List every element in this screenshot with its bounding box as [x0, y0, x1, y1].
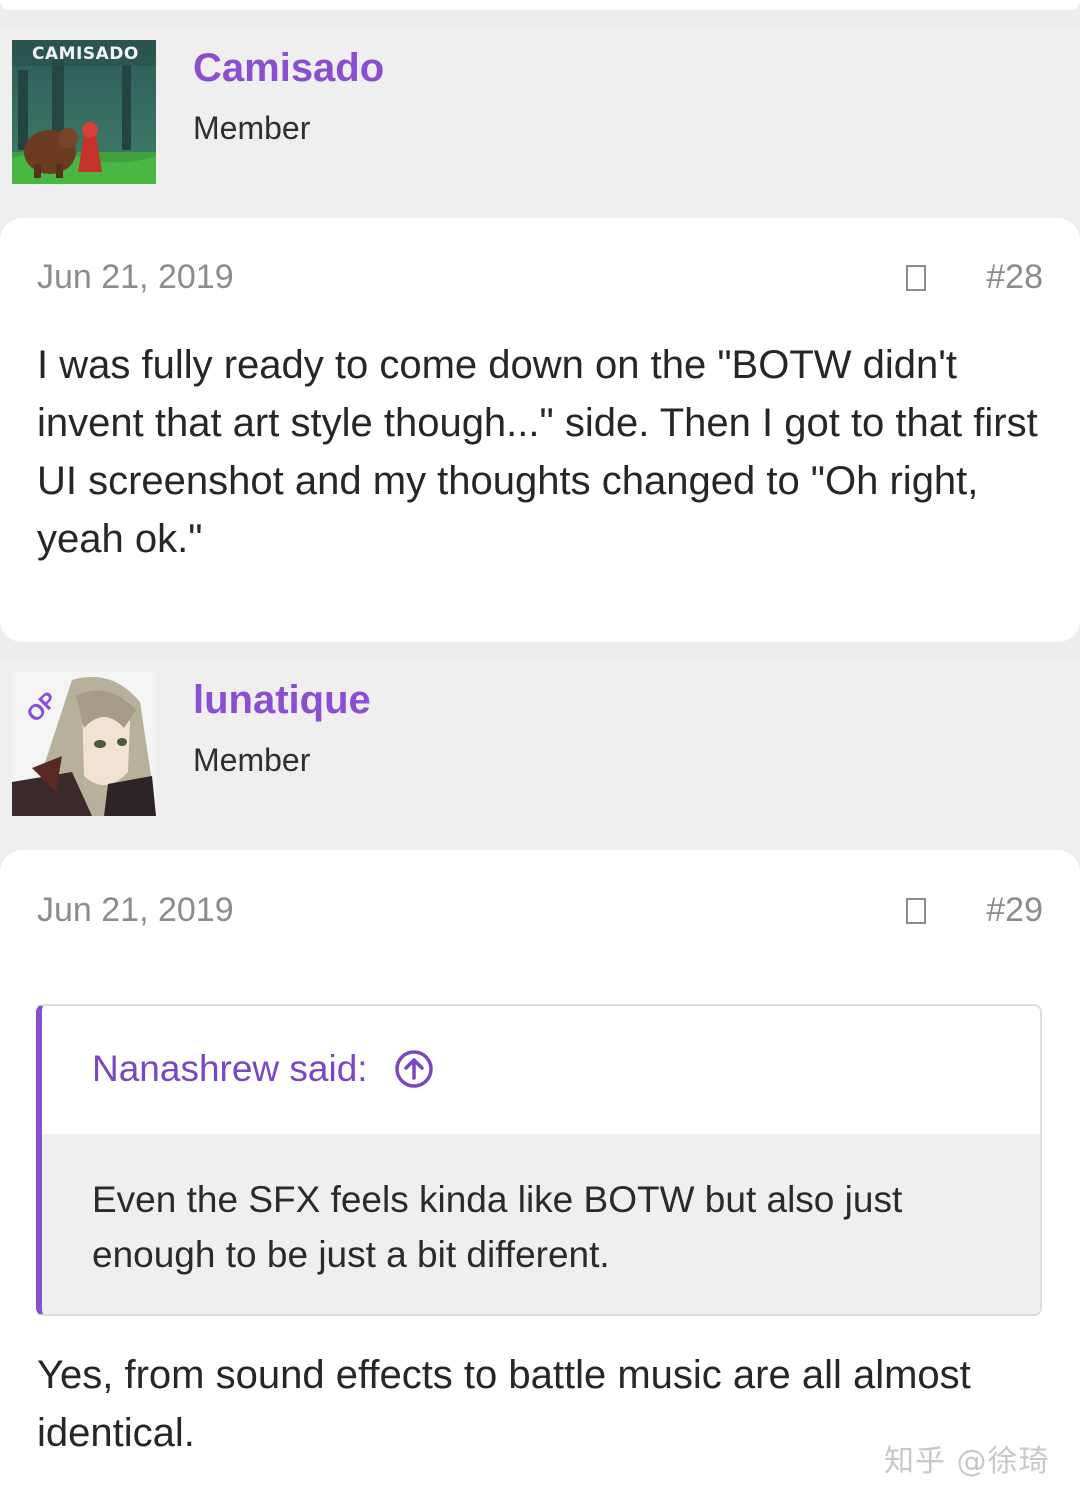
quote-author-link[interactable]: Nanashrew said: [92, 1050, 368, 1087]
username[interactable]: lunatique [193, 680, 371, 720]
post-card: Jun 21, 2019 #29 Nanashrew said: Even th… [0, 850, 1080, 1502]
quote-text: Even the SFX feels kinda like BOTW but a… [42, 1134, 1040, 1314]
quote-header: Nanashrew said: [42, 1006, 1040, 1134]
watermark: 知乎 @徐琦 [884, 1444, 1050, 1479]
username[interactable]: Camisado [193, 48, 384, 88]
previous-post-card-edge [0, 0, 1080, 10]
post-number[interactable]: #29 [986, 893, 1043, 927]
share-icon[interactable] [905, 897, 927, 925]
post-body: I was fully ready to come down on the "B… [37, 343, 1038, 561]
avatar-image [12, 672, 156, 816]
post-author-header: CAMISADO Camisado Member [0, 28, 1080, 218]
avatar-label: CAMISADO [32, 44, 139, 64]
post-date[interactable]: Jun 21, 2019 [37, 893, 234, 927]
avatar[interactable]: CAMISADO [12, 40, 156, 184]
post-author-header: OP lunatique Member [0, 660, 1080, 850]
arrow-up-circle-icon[interactable] [394, 1049, 434, 1089]
user-role: Member [193, 110, 311, 146]
post-card: Jun 21, 2019 #28 I was fully ready to co… [0, 218, 1080, 642]
avatar[interactable]: OP [12, 672, 156, 816]
share-icon[interactable] [905, 264, 927, 292]
user-role: Member [193, 742, 311, 778]
post-date[interactable]: Jun 21, 2019 [37, 260, 234, 294]
quote-block: Nanashrew said: Even the SFX feels kinda… [36, 1004, 1042, 1316]
post-number[interactable]: #28 [986, 260, 1043, 294]
